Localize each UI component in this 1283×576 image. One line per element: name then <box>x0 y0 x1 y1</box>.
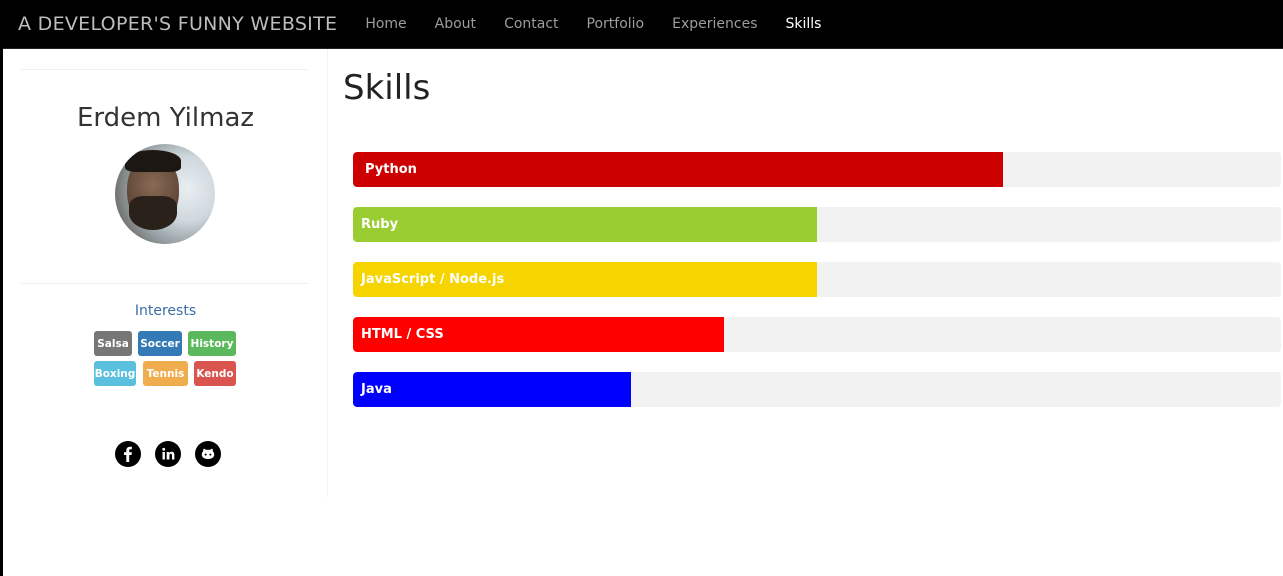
divider <box>21 283 308 284</box>
page: A DEVELOPER'S FUNNY WEBSITE Home About C… <box>3 0 1283 576</box>
github-icon[interactable] <box>195 441 221 467</box>
skill-label: JavaScript / Node.js <box>361 272 505 287</box>
profile-name: Erdem Yilmaz <box>76 103 255 133</box>
interest-label-history: History <box>188 331 236 356</box>
page-title: Skills <box>343 68 431 108</box>
navbar: A DEVELOPER'S FUNNY WEBSITE Home About C… <box>3 0 1283 49</box>
interest-label-tennis: Tennis <box>143 361 188 386</box>
interest-label-salsa: Salsa <box>94 331 132 356</box>
interests-title: Interests <box>134 303 197 319</box>
nav-item-about[interactable]: About <box>421 0 490 49</box>
interest-label-kendo: Kendo <box>194 361 236 386</box>
brand-link[interactable]: A DEVELOPER'S FUNNY WEBSITE <box>18 13 337 35</box>
skill-bar-html-css: HTML / CSS <box>353 317 725 352</box>
skill-bar-track: Java <box>353 372 1281 407</box>
skill-bar-java: Java <box>353 372 632 407</box>
skill-bar-track: HTML / CSS <box>353 317 1281 352</box>
nav-item-home[interactable]: Home <box>351 0 420 49</box>
nav-item-contact[interactable]: Contact <box>490 0 572 49</box>
nav-item-portfolio[interactable]: Portfolio <box>573 0 659 49</box>
skill-bar-track: Ruby <box>353 207 1281 242</box>
skill-label: HTML / CSS <box>361 327 444 342</box>
skill-bar-python: Python <box>353 152 1003 187</box>
skill-bar-javascript: JavaScript / Node.js <box>353 262 817 297</box>
divider <box>21 69 308 70</box>
interest-label-boxing: Boxing <box>94 361 136 386</box>
facebook-icon[interactable] <box>115 441 141 467</box>
skill-label: Java <box>361 382 392 397</box>
avatar <box>115 144 215 244</box>
avatar-beard <box>129 196 177 230</box>
skill-bar-track: Python <box>353 152 1281 187</box>
nav-item-skills[interactable]: Skills <box>772 0 836 49</box>
nav-item-experiences[interactable]: Experiences <box>658 0 771 49</box>
skill-label: Ruby <box>361 217 399 232</box>
avatar-hair <box>125 150 181 172</box>
linkedin-icon[interactable] <box>155 441 181 467</box>
skill-bar-track: JavaScript / Node.js <box>353 262 1281 297</box>
interest-label-soccer: Soccer <box>138 331 182 356</box>
skill-label: Python <box>365 162 417 177</box>
skill-bar-ruby: Ruby <box>353 207 817 242</box>
sidebar: Erdem Yilmaz Interests Salsa Soccer Hist… <box>3 49 328 497</box>
